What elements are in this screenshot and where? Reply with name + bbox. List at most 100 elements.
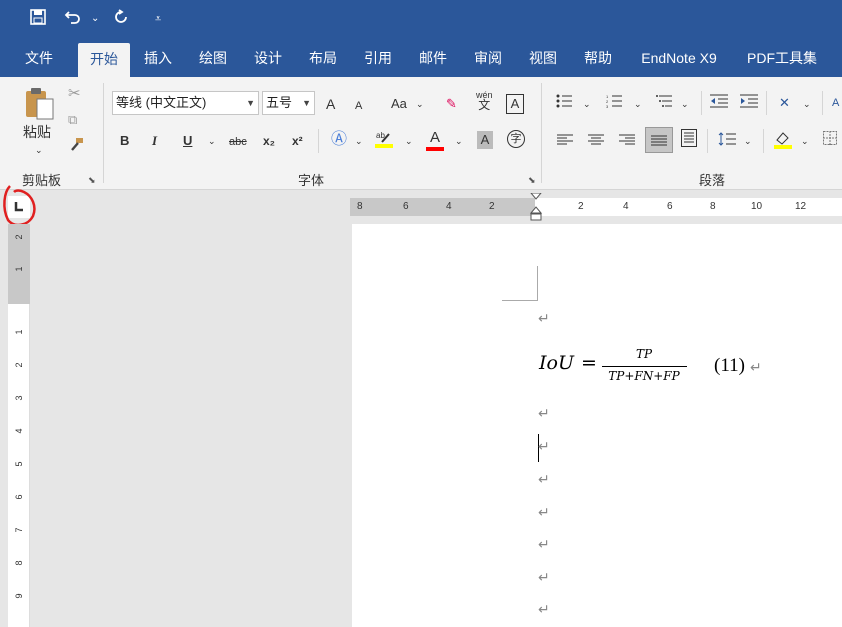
- chevron-down-icon[interactable]: ⌄: [681, 95, 689, 113]
- group-divider: [763, 129, 764, 153]
- multilevel-list-icon[interactable]: [656, 94, 672, 113]
- paste-dropdown-icon[interactable]: ⌄: [35, 141, 43, 159]
- paragraph-mark: ↵: [538, 569, 550, 585]
- ruler-tick-label: 8: [357, 201, 363, 212]
- font-name-combo[interactable]: 等线 (中文正文) ▼: [112, 91, 259, 115]
- bullets-icon[interactable]: [556, 94, 572, 113]
- numbering-icon[interactable]: 123: [606, 94, 622, 113]
- chevron-down-icon[interactable]: ⌄: [744, 132, 752, 150]
- font-color-icon[interactable]: A: [426, 129, 444, 151]
- borders-icon[interactable]: [823, 131, 837, 150]
- superscript-button[interactable]: x²: [292, 132, 303, 150]
- tab-mailings[interactable]: 邮件: [411, 40, 455, 77]
- increase-indent-icon[interactable]: [740, 94, 758, 113]
- tab-endnote[interactable]: EndNote X9: [630, 40, 728, 77]
- group-divider: [318, 129, 319, 153]
- group-divider: [103, 83, 104, 183]
- ruler-tick-label: 6: [403, 201, 409, 212]
- underline-button[interactable]: U: [183, 132, 192, 150]
- document-page[interactable]: ↵ IoU = TP TP+FN+FP (11) ↵ ↵ ↵ ↵ ↵ ↵ ↵ ↵: [352, 224, 842, 627]
- group-divider: [707, 129, 708, 153]
- align-left-icon[interactable]: [557, 133, 573, 151]
- shrink-font-icon[interactable]: A: [355, 97, 362, 115]
- tab-references[interactable]: 引用: [356, 40, 400, 77]
- chevron-down-icon[interactable]: ⌄: [416, 95, 424, 113]
- align-right-icon[interactable]: [619, 133, 635, 151]
- enclose-char-icon[interactable]: 字: [507, 130, 525, 148]
- ruler-tick-label: 10: [751, 201, 763, 212]
- sort-icon[interactable]: A: [832, 94, 839, 112]
- ruler-tick-label: 1: [14, 266, 24, 272]
- change-case-icon[interactable]: Aa: [391, 95, 407, 113]
- shading-icon[interactable]: [773, 129, 793, 154]
- copy-icon[interactable]: ⧉: [68, 111, 77, 129]
- font-group-label: 字体: [298, 173, 325, 188]
- tab-help[interactable]: 帮助: [576, 40, 620, 77]
- char-shading-icon[interactable]: A: [477, 131, 493, 149]
- undo-icon[interactable]: [64, 9, 82, 31]
- ruler-tick-label: 2: [578, 201, 584, 212]
- chevron-down-icon[interactable]: ⌄: [208, 132, 216, 150]
- tab-review[interactable]: 审阅: [466, 40, 510, 77]
- save-icon[interactable]: [30, 9, 46, 31]
- clipboard-launcher-icon[interactable]: ⬊: [88, 175, 96, 186]
- ruler-tick-label: 12: [795, 201, 807, 212]
- bold-button[interactable]: B: [120, 132, 129, 150]
- indent-marker-icon[interactable]: [530, 193, 542, 223]
- subscript-button[interactable]: x₂: [263, 132, 275, 150]
- font-size-combo[interactable]: 五号 ▼: [262, 91, 315, 115]
- ruler-tick-label: 5: [14, 461, 24, 467]
- strikethrough-button[interactable]: abc: [229, 133, 247, 151]
- clear-format-icon[interactable]: ✎: [446, 95, 457, 113]
- text-effects-icon[interactable]: Ⓐ: [331, 131, 347, 149]
- group-divider: [766, 91, 767, 115]
- font-launcher-icon[interactable]: ⬊: [528, 175, 536, 186]
- tab-insert[interactable]: 插入: [136, 40, 180, 77]
- chevron-down-icon[interactable]: ⌄: [634, 95, 642, 113]
- vertical-ruler[interactable]: 2 1 1 2 3 4 5 6 7 8 9: [8, 224, 30, 627]
- justify-button[interactable]: [645, 127, 673, 153]
- chinese-layout-icon[interactable]: ✕: [779, 94, 790, 112]
- decrease-indent-icon[interactable]: [710, 94, 728, 113]
- char-border-icon[interactable]: A: [506, 94, 524, 114]
- ribbon-home: 粘贴 ⌄ ✂ ⧉ 剪贴板 ⬊ 等线 (中文正文) ▼ 五号 ▼ A A Aa ⌄…: [0, 77, 842, 190]
- redo-icon[interactable]: [113, 9, 129, 31]
- chevron-down-icon[interactable]: ⌄: [801, 132, 809, 150]
- tab-view[interactable]: 视图: [521, 40, 565, 77]
- chevron-down-icon[interactable]: ⌄: [355, 132, 363, 150]
- chevron-down-icon[interactable]: ⌄: [455, 132, 463, 150]
- group-divider: [822, 91, 823, 115]
- customize-icon[interactable]: ⩡: [155, 9, 161, 29]
- grow-font-icon[interactable]: A: [326, 95, 335, 113]
- align-center-icon[interactable]: [588, 133, 604, 151]
- chevron-down-icon[interactable]: ⌄: [583, 95, 591, 113]
- chevron-down-icon[interactable]: ⌄: [405, 132, 413, 150]
- tab-file[interactable]: 文件: [14, 40, 64, 77]
- tab-layout[interactable]: 布局: [301, 40, 345, 77]
- paragraph-mark: ↵: [538, 504, 550, 520]
- cut-icon[interactable]: ✂: [68, 85, 81, 103]
- paste-icon[interactable]: [23, 85, 57, 126]
- distributed-align-icon[interactable]: [681, 129, 697, 152]
- paragraph-group-label: 段落: [699, 173, 726, 188]
- format-painter-icon[interactable]: [68, 137, 84, 158]
- paragraph-mark: ↵: [538, 438, 550, 454]
- line-spacing-icon[interactable]: [718, 132, 736, 151]
- paragraph-mark: ↵: [538, 310, 550, 326]
- paste-label[interactable]: 粘贴: [23, 123, 51, 141]
- ruler-tick-label: 3: [14, 395, 24, 401]
- italic-button[interactable]: I: [152, 132, 157, 150]
- phonetic-guide-icon[interactable]: wén 文: [476, 90, 493, 111]
- tab-pdf-tools[interactable]: PDF工具集: [738, 40, 826, 77]
- tab-design[interactable]: 设计: [246, 40, 290, 77]
- group-divider: [701, 91, 702, 115]
- ruler-tick-label: 6: [14, 494, 24, 500]
- tab-home[interactable]: 开始: [78, 43, 130, 77]
- horizontal-ruler[interactable]: 8 6 4 2 2 4 6 8 10 12: [350, 193, 842, 221]
- chevron-down-icon[interactable]: ⌄: [803, 95, 811, 113]
- tab-draw[interactable]: 绘图: [191, 40, 235, 77]
- undo-dropdown-icon[interactable]: ⌄: [91, 9, 99, 29]
- highlight-icon[interactable]: ab: [374, 129, 394, 154]
- formula-lhs: IoU: [539, 352, 574, 374]
- font-size-value: 五号: [266, 95, 293, 110]
